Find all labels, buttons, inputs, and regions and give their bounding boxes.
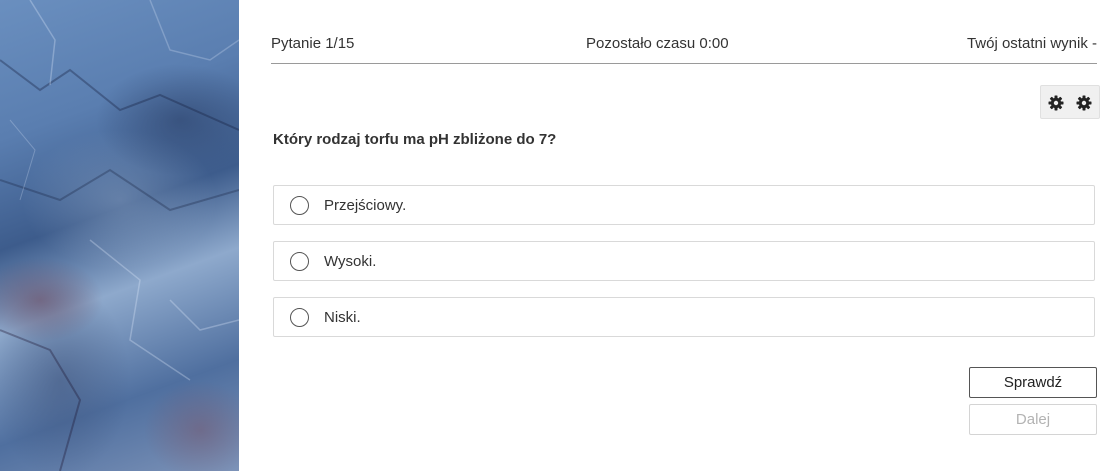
answer-option[interactable]: Niski. — [273, 297, 1095, 337]
gear-icon[interactable] — [1048, 95, 1064, 111]
radio-button[interactable] — [290, 252, 309, 271]
gear-icon[interactable] — [1076, 95, 1092, 111]
last-score: Twój ostatni wynik - — [966, 35, 1097, 52]
settings-toolbar — [1040, 85, 1100, 119]
answer-option-label: Niski. — [324, 309, 361, 326]
next-button[interactable]: Dalej — [969, 404, 1097, 435]
answer-option-label: Wysoki. — [324, 253, 377, 270]
answer-option[interactable]: Przejściowy. — [273, 185, 1095, 225]
quiz-panel: Pytanie 1/15 Pozostało czasu 0:00 Twój o… — [271, 0, 1100, 471]
radio-button[interactable] — [290, 196, 309, 215]
check-button[interactable]: Sprawdź — [969, 367, 1097, 398]
answer-option[interactable]: Wysoki. — [273, 241, 1095, 281]
radio-button[interactable] — [290, 308, 309, 327]
question-text: Który rodzaj torfu ma pH zbliżone do 7? — [273, 131, 557, 148]
rock-texture — [0, 0, 239, 471]
time-remaining: Pozostało czasu 0:00 — [586, 35, 729, 52]
decorative-background-image — [0, 0, 239, 471]
question-counter: Pytanie 1/15 — [271, 35, 355, 52]
quiz-header: Pytanie 1/15 Pozostało czasu 0:00 Twój o… — [271, 34, 1097, 64]
answer-option-label: Przejściowy. — [324, 197, 407, 214]
